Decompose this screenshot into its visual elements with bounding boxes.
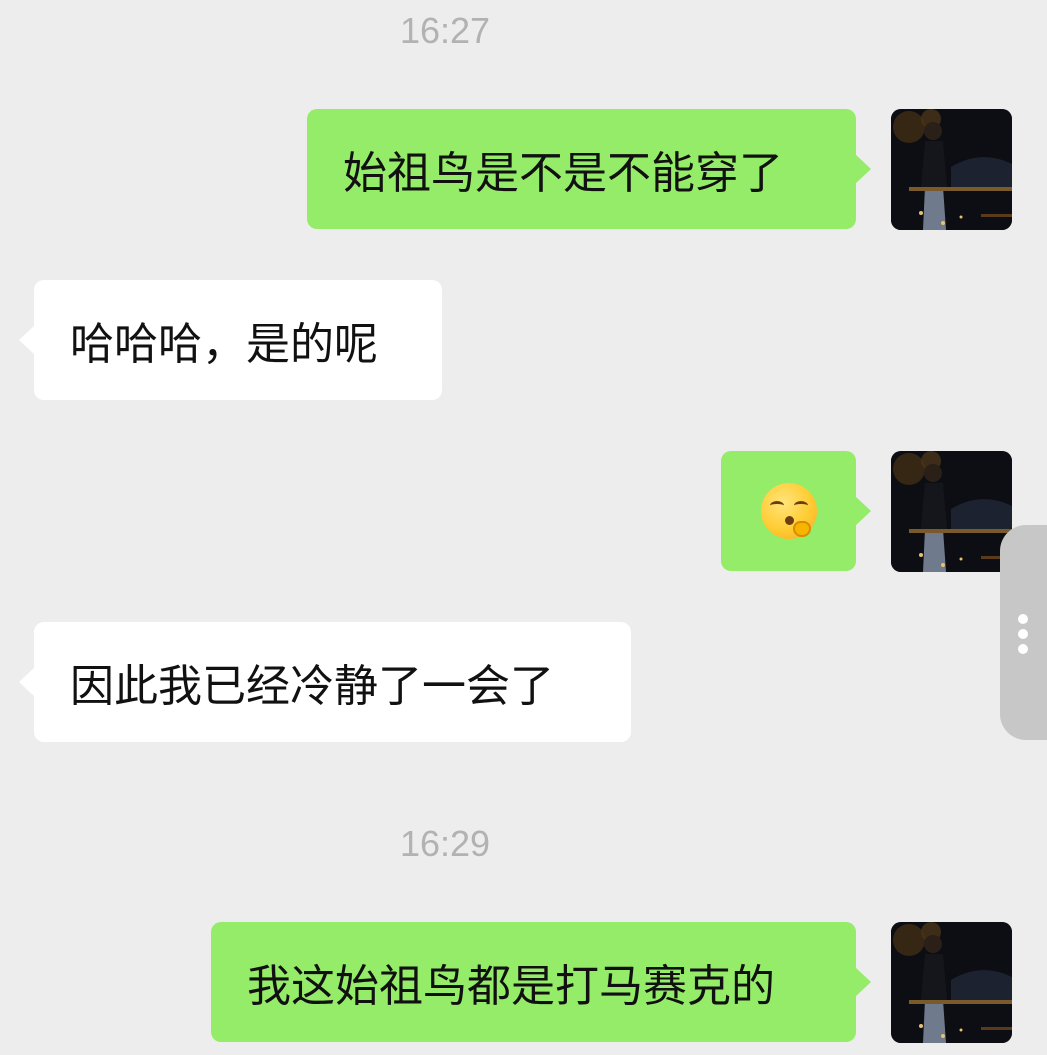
message-bubble-received[interactable]: 因此我已经冷静了一会了 [19,622,631,742]
message-text: 因此我已经冷静了一会了 [70,661,554,712]
message-bubble-received[interactable]: 哈哈哈，是的呢 [19,280,442,400]
avatar[interactable] [891,451,1012,572]
timestamp-1: 16:27 [399,10,491,51]
message-bubble-sent[interactable]: 始祖鸟是不是不能穿了 [307,109,871,229]
message-bubble-sent-emoji[interactable] [721,451,871,571]
message-text: 我这始祖鸟都是打马赛克的 [247,961,775,1012]
avatar[interactable] [891,109,1012,230]
message-text: 哈哈哈，是的呢 [70,319,378,370]
timestamp-2: 16:29 [399,823,491,864]
side-menu-handle[interactable] [1000,525,1047,740]
shushing-face-emoji-icon [760,483,817,539]
message-bubble-sent[interactable]: 我这始祖鸟都是打马赛克的 [211,922,871,1042]
avatar[interactable] [891,922,1012,1043]
message-text: 始祖鸟是不是不能穿了 [343,148,783,199]
